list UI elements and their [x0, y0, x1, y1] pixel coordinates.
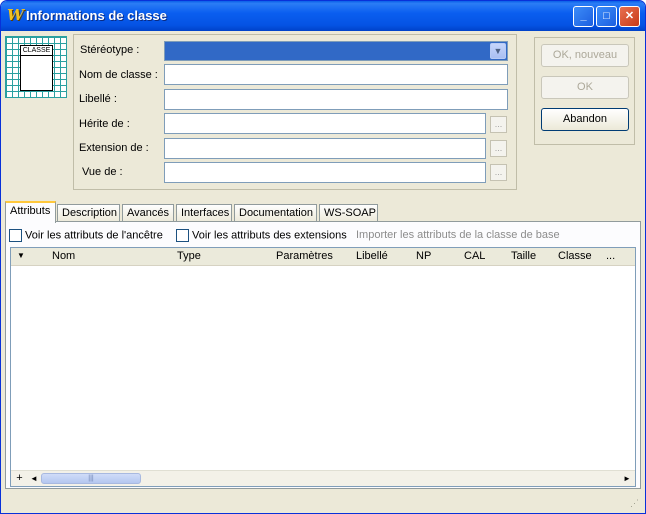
column-header-name[interactable]: Nom: [52, 250, 75, 262]
dialog-window: W Informations de classe _ □ ✕ CLASSE St…: [0, 0, 646, 514]
column-header-type[interactable]: Type: [177, 250, 201, 262]
checkbox-box[interactable]: [176, 229, 189, 242]
class-box-label: CLASSE: [21, 47, 52, 56]
view-of-label: Vue de :: [82, 166, 123, 178]
libelle-label: Libellé :: [79, 93, 117, 105]
class-name-label: Nom de classe :: [79, 69, 158, 81]
app-logo-icon: W: [7, 6, 24, 24]
column-header-libelle[interactable]: Libellé: [356, 250, 388, 262]
add-row-button[interactable]: +: [13, 472, 26, 485]
column-header-np[interactable]: NP: [416, 250, 431, 262]
scrollbar-thumb[interactable]: |||: [41, 473, 141, 484]
class-box: CLASSE: [20, 45, 53, 91]
column-header-size[interactable]: Taille: [511, 250, 536, 262]
checkbox-box[interactable]: [9, 229, 22, 242]
class-diagram-icon: CLASSE: [5, 36, 67, 98]
title-bar[interactable]: W Informations de classe _ □ ✕: [1, 1, 645, 31]
show-extensions-checkbox[interactable]: Voir les attributs des extensions: [176, 229, 347, 242]
tab-attributes[interactable]: Attributs: [5, 201, 56, 223]
stereotype-combobox[interactable]: ▼: [164, 41, 508, 61]
show-ancestor-checkbox[interactable]: Voir les attributs de l'ancêtre: [9, 229, 163, 242]
chevron-down-icon[interactable]: ▼: [490, 43, 506, 59]
show-ancestor-label: Voir les attributs de l'ancêtre: [25, 229, 163, 242]
attributes-tab-panel: Voir les attributs de l'ancêtre Voir les…: [5, 221, 641, 489]
extension-of-label: Extension de :: [79, 142, 149, 154]
libelle-input[interactable]: [164, 89, 508, 110]
horizontal-scrollbar[interactable]: + ◄ ||| ►: [11, 470, 635, 486]
scroll-left-arrow-icon[interactable]: ◄: [28, 472, 40, 485]
inherits-from-label: Hérite de :: [79, 118, 130, 130]
tab-interfaces[interactable]: Interfaces: [176, 204, 232, 222]
scroll-right-arrow-icon[interactable]: ►: [621, 472, 633, 485]
cancel-button[interactable]: Abandon: [541, 108, 629, 131]
tab-description[interactable]: Description: [57, 204, 120, 222]
window-title: Informations de classe: [26, 8, 167, 23]
minimize-button[interactable]: _: [573, 6, 594, 27]
ok-new-button[interactable]: OK, nouveau: [541, 44, 629, 67]
table-header: ▼ Nom Type Paramètres Libellé NP CAL Tai…: [11, 248, 635, 266]
tab-ws-soap[interactable]: WS-SOAP: [319, 204, 378, 222]
extension-browse-button[interactable]: ...: [490, 140, 507, 157]
column-header-cal[interactable]: CAL: [464, 250, 485, 262]
ok-button[interactable]: OK: [541, 76, 629, 99]
close-button[interactable]: ✕: [619, 6, 640, 27]
resize-grip-icon[interactable]: ⋰: [630, 498, 639, 509]
tab-documentation[interactable]: Documentation: [234, 204, 317, 222]
column-header-class[interactable]: Classe: [558, 250, 592, 262]
view-of-input[interactable]: [164, 162, 486, 183]
extension-of-input[interactable]: [164, 138, 486, 159]
inherits-browse-button[interactable]: ...: [490, 116, 507, 133]
maximize-button[interactable]: □: [596, 6, 617, 27]
inherits-from-input[interactable]: [164, 113, 486, 134]
column-header-parameters[interactable]: Paramètres: [276, 250, 333, 262]
view-browse-button[interactable]: ...: [490, 164, 507, 181]
import-base-attributes-link[interactable]: Importer les attributs de la classe de b…: [356, 229, 560, 241]
column-header-more[interactable]: ...: [606, 250, 615, 262]
attributes-table[interactable]: ▼ Nom Type Paramètres Libellé NP CAL Tai…: [10, 247, 636, 487]
stereotype-label: Stéréotype :: [80, 44, 140, 56]
class-name-input[interactable]: [164, 64, 508, 85]
tab-advanced[interactable]: Avancés: [122, 204, 174, 222]
show-extensions-label: Voir les attributs des extensions: [192, 229, 347, 242]
sort-indicator-icon[interactable]: ▼: [17, 251, 25, 260]
